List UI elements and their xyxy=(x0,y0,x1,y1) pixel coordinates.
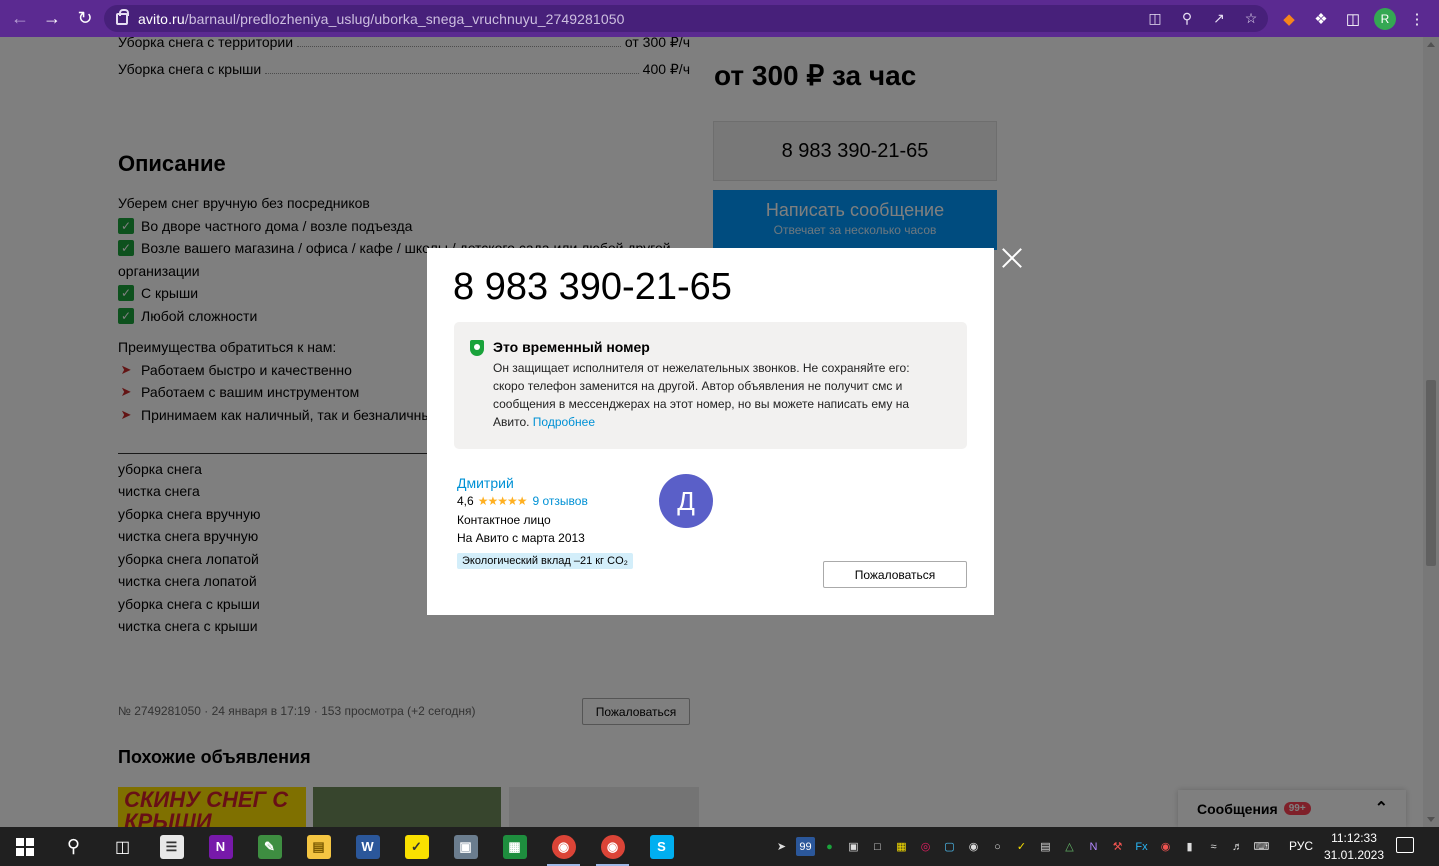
task-view-icon[interactable]: ◫ xyxy=(98,827,147,866)
eco-badge[interactable]: Экологический вклад –21 кг CO₂ xyxy=(457,553,633,569)
address-bar[interactable]: avito.ru/barnaul/predlozheniya_uslug/ubo… xyxy=(104,5,1268,32)
snip-icon[interactable]: ▢ xyxy=(940,837,959,856)
shield-tray-icon[interactable]: ● xyxy=(820,837,839,856)
back-button[interactable]: ← xyxy=(4,2,36,34)
browser-toolbar: ← → ↻ avito.ru/barnaul/predlozheniya_usl… xyxy=(0,0,1439,37)
battery-icon[interactable]: ▮ xyxy=(1180,837,1199,856)
seller-name-link[interactable]: Дмитрий xyxy=(457,475,514,491)
keyboard-icon[interactable]: ⌨ xyxy=(1252,837,1271,856)
rating-stars-icon: ★★★★★ xyxy=(477,494,528,508)
more-info-link[interactable]: Подробнее xyxy=(533,415,595,429)
onenote-tray-icon[interactable]: N xyxy=(1084,837,1103,856)
side-panel-icon[interactable]: ◫ xyxy=(1342,8,1364,30)
seller-avatar[interactable]: Д xyxy=(659,474,713,528)
photos-icon[interactable]: ▣ xyxy=(441,827,490,866)
translate-icon[interactable]: ◫ xyxy=(1146,10,1164,28)
file-explorer-icon[interactable]: ▤ xyxy=(294,827,343,866)
reload-button[interactable]: ↻ xyxy=(69,2,101,34)
paint-icon[interactable]: ✎ xyxy=(245,827,294,866)
notice-title: Это временный номер xyxy=(493,339,650,355)
url-text: avito.ru/barnaul/predlozheniya_uslug/ubo… xyxy=(138,10,625,27)
printer-icon[interactable]: ▤ xyxy=(1036,837,1055,856)
notes-tray-icon[interactable]: ▦ xyxy=(892,837,911,856)
extensions-puzzle-icon[interactable]: ❖ xyxy=(1310,8,1332,30)
document-icon[interactable]: □ xyxy=(868,837,887,856)
sheets-icon[interactable]: ▦ xyxy=(490,827,539,866)
shield-icon xyxy=(470,340,484,356)
lock-icon xyxy=(116,8,129,25)
start-button[interactable] xyxy=(0,827,49,866)
zoom-icon[interactable]: ⚲ xyxy=(1178,10,1196,28)
bookmark-star-icon[interactable]: ☆ xyxy=(1242,10,1260,28)
metamask-extension-icon[interactable]: ◆ xyxy=(1278,8,1300,30)
onenote-icon[interactable]: N xyxy=(196,827,245,866)
app-tray-icon[interactable]: ◉ xyxy=(1156,837,1175,856)
forward-button[interactable]: → xyxy=(36,2,68,34)
phone-modal: 8 983 390-21-65 Это временный номер Он з… xyxy=(427,248,994,615)
seller-since: На Авито с марта 2013 xyxy=(457,531,585,545)
wifi-icon[interactable]: ≈ xyxy=(1204,837,1223,856)
notification-icon[interactable] xyxy=(1396,837,1414,853)
tray-badge[interactable]: 99 xyxy=(796,837,815,856)
input-language[interactable]: РУС xyxy=(1289,839,1313,853)
modal-complain-button[interactable]: Пожаловаться xyxy=(823,561,967,588)
disk-icon[interactable]: ○ xyxy=(988,837,1007,856)
word-icon[interactable]: W xyxy=(343,827,392,866)
check-tray-icon[interactable]: ✓ xyxy=(1012,837,1031,856)
target-icon[interactable]: ◎ xyxy=(916,837,935,856)
windows-taskbar: ⚲ ◫ ☰ N ✎ ▤ W ✓ ▣ ▦ ◉ ◉ S ➤ 99 ● ▣ □ ▦ ◎… xyxy=(0,827,1439,866)
network-map-icon[interactable]: △ xyxy=(1060,837,1079,856)
chrome-profile-icon[interactable]: ◉ xyxy=(588,827,637,866)
tool-icon[interactable]: ⚒ xyxy=(1108,837,1127,856)
more-menu-icon[interactable]: ⋮ xyxy=(1406,8,1428,30)
share-icon[interactable]: ↗ xyxy=(1210,10,1228,28)
steam-icon[interactable]: ◉ xyxy=(964,837,983,856)
modal-phone-number: 8 983 390-21-65 xyxy=(453,266,732,308)
seller-rating: 4,6 ★★★★★ 9 отзывов xyxy=(457,494,588,508)
system-tray: ➤ 99 ● ▣ □ ▦ ◎ ▢ ◉ ○ ✓ ▤ △ N ⚒ Fx ◉ ▮ ≈ … xyxy=(772,827,1271,866)
profile-avatar[interactable]: R xyxy=(1374,7,1396,30)
sticky-notes-icon[interactable]: ✓ xyxy=(392,827,441,866)
fx-icon[interactable]: Fx xyxy=(1132,837,1151,856)
telegram-icon[interactable]: ➤ xyxy=(772,837,791,856)
skype-icon[interactable]: S xyxy=(637,827,686,866)
clock[interactable]: 11:12:33 31.01.2023 xyxy=(1318,830,1390,864)
chrome-icon[interactable]: ◉ xyxy=(539,827,588,866)
seller-role: Контактное лицо xyxy=(457,513,551,527)
reviews-link[interactable]: 9 отзывов xyxy=(532,494,587,508)
volume-icon[interactable]: ♬ xyxy=(1228,837,1247,856)
search-icon[interactable]: ⚲ xyxy=(49,827,98,866)
notepad-icon[interactable]: ☰ xyxy=(147,827,196,866)
temporary-number-notice: Это временный номер Он защищает исполнит… xyxy=(454,322,967,449)
close-icon[interactable] xyxy=(1000,245,1024,269)
monitor-icon[interactable]: ▣ xyxy=(844,837,863,856)
notice-text: Он защищает исполнителя от нежелательных… xyxy=(493,361,910,429)
